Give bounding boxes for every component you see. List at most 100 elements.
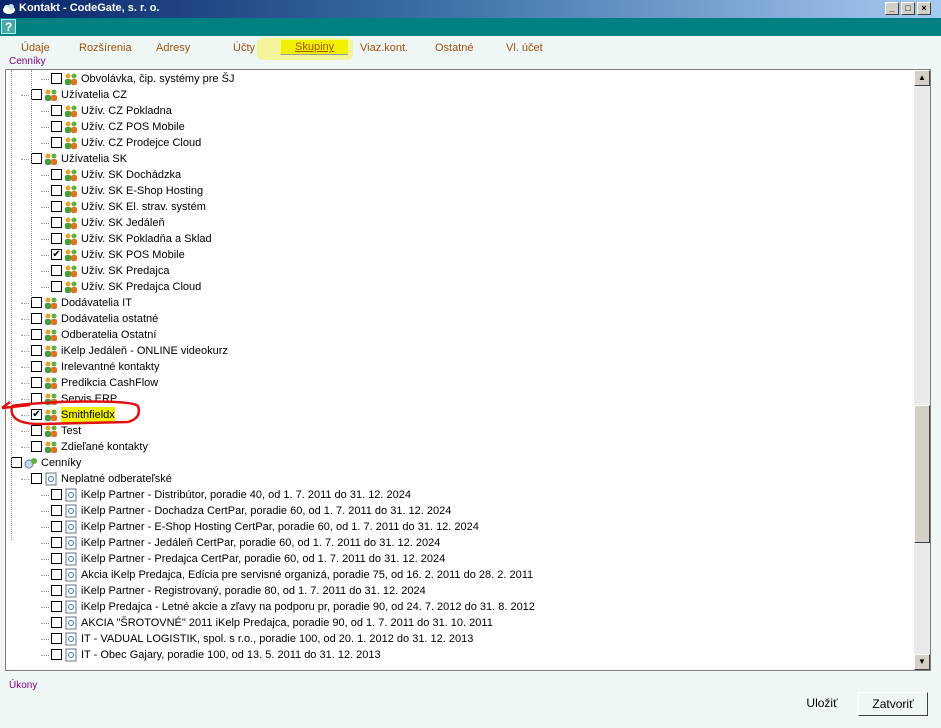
tab-skupiny[interactable]: Skupiny (281, 40, 349, 55)
tree-row[interactable]: Odberatelia Ostatní (6, 327, 906, 343)
tree-checkbox[interactable] (31, 329, 42, 340)
tree-checkbox[interactable] (31, 361, 42, 372)
minimize-button[interactable]: _ (885, 2, 899, 15)
tree-row[interactable]: ✔ Užív. SK POS Mobile (6, 247, 906, 263)
tree-item-label: Užív. SK El. strav. systém (81, 201, 206, 213)
tree-item-label: Užív. SK Jedáleň (81, 217, 165, 229)
document-icon (65, 600, 77, 614)
tree-checkbox[interactable] (51, 649, 62, 660)
tree-checkbox[interactable] (51, 201, 62, 212)
scroll-up-arrow-icon[interactable]: ▲ (914, 70, 930, 86)
scroll-thumb[interactable] (914, 405, 930, 543)
tree-row[interactable]: Zdieľané kontakty (6, 439, 906, 455)
tree-row[interactable]: Užív. CZ Pokladna (6, 103, 906, 119)
tree-row[interactable]: IT - Obec Gajary, poradie 100, od 13. 5.… (6, 647, 906, 663)
pricelist-root-icon (24, 458, 37, 469)
tab-ostatne[interactable]: Ostatné (435, 42, 474, 54)
tree-checkbox[interactable] (51, 617, 62, 628)
tree-row[interactable]: iKelp Partner - E-Shop Hosting CertPar, … (6, 519, 906, 535)
tree-connector (21, 159, 29, 160)
tree-checkbox[interactable] (31, 473, 42, 484)
tree-row[interactable]: Test (6, 423, 906, 439)
tree-row[interactable]: Užív. SK Predajca Cloud (6, 279, 906, 295)
tree-checkbox[interactable] (31, 441, 42, 452)
tree-row[interactable]: Užív. SK Jedáleň (6, 215, 906, 231)
tab-vl-ucet[interactable]: Vl. účet (506, 42, 543, 54)
tree-checkbox[interactable] (51, 233, 62, 244)
tree-checkbox[interactable] (51, 73, 62, 84)
tree-checkbox[interactable] (31, 313, 42, 324)
tree-checkbox[interactable] (51, 537, 62, 548)
tree-checkbox[interactable] (31, 89, 42, 100)
tree-checkbox[interactable] (51, 121, 62, 132)
tree-row[interactable]: iKelp Partner - Distribútor, poradie 40,… (6, 487, 906, 503)
tree-checkbox[interactable] (31, 377, 42, 388)
tree-checkbox[interactable] (11, 457, 22, 468)
tree-checkbox[interactable] (51, 217, 62, 228)
tree-row[interactable]: Užív. CZ POS Mobile (6, 119, 906, 135)
group-icon (45, 313, 57, 325)
tree-checkbox[interactable] (51, 489, 62, 500)
tree-row[interactable]: Užív. SK El. strav. systém (6, 199, 906, 215)
tree-checkbox[interactable] (51, 265, 62, 276)
tree-checkbox[interactable] (51, 601, 62, 612)
tree-row[interactable]: Dodávatelia ostatné (6, 311, 906, 327)
tree-checkbox[interactable] (51, 505, 62, 516)
tree-checkbox[interactable] (31, 425, 42, 436)
tree-row[interactable]: IT - VADUAL LOGISTIK, spol. s r.o., pora… (6, 631, 906, 647)
tree-checkbox[interactable]: ✔ (31, 409, 42, 420)
tab-ucty[interactable]: Účty (233, 42, 255, 54)
close-button[interactable]: × (917, 2, 931, 15)
tree-row[interactable]: iKelp Partner - Dochadza CertPar, poradi… (6, 503, 906, 519)
tree-checkbox[interactable] (51, 185, 62, 196)
tree-checkbox[interactable] (51, 585, 62, 596)
tree-checkbox[interactable] (51, 569, 62, 580)
tree-checkbox[interactable] (51, 281, 62, 292)
tree-checkbox[interactable] (31, 345, 42, 356)
tree-row[interactable]: ✔ Smithfieldx (6, 407, 906, 423)
tree-checkbox[interactable] (51, 633, 62, 644)
tab-udaje[interactable]: Údaje (21, 42, 50, 54)
tree-checkbox[interactable] (31, 393, 42, 404)
tree-checkbox[interactable]: ✔ (51, 249, 62, 260)
tree-row[interactable]: Dodávatelia IT (6, 295, 906, 311)
vertical-scrollbar[interactable]: ▲ ▼ (914, 70, 930, 670)
tree-row[interactable]: Irelevantné kontakty (6, 359, 906, 375)
tree-row[interactable]: iKelp Partner - Jedáleň CertPar, poradie… (6, 535, 906, 551)
tree-connector (21, 447, 29, 448)
document-icon (45, 472, 57, 486)
tree-row[interactable]: Užív. CZ Prodejce Cloud (6, 135, 906, 151)
tree-checkbox[interactable] (31, 153, 42, 164)
tree-row[interactable]: Užívatelia CZ (6, 87, 906, 103)
tree-checkbox[interactable] (51, 521, 62, 532)
tab-adresy[interactable]: Adresy (156, 42, 190, 54)
tree-row[interactable]: Užív. SK E-Shop Hosting (6, 183, 906, 199)
tree-row[interactable]: Predikcia CashFlow (6, 375, 906, 391)
tree-row[interactable]: Obvolávka, čip. systémy pre ŠJ (6, 71, 906, 87)
tree-row[interactable]: Užív. SK Dochádzka (6, 167, 906, 183)
tree-checkbox[interactable] (51, 105, 62, 116)
tree-row[interactable]: iKelp Partner - Predajca CertPar, poradi… (6, 551, 906, 567)
scroll-down-arrow-icon[interactable]: ▼ (914, 654, 930, 670)
tree-row[interactable]: Akcia iKelp Predajca, Edícia pre servisn… (6, 567, 906, 583)
close-dialog-button[interactable]: Zatvoriť (858, 692, 928, 716)
tree-row[interactable]: iKelp Partner - Registrovaný, poradie 80… (6, 583, 906, 599)
tree-row[interactable]: iKelp Predajca - Letné akcie a zľavy na … (6, 599, 906, 615)
tree-row[interactable]: AKCIA "ŠROTOVNÉ" 2011 iKelp Predajca, po… (6, 615, 906, 631)
tree-row[interactable]: iKelp Jedáleň - ONLINE videokurz (6, 343, 906, 359)
tree-row[interactable]: Užív. SK Predajca (6, 263, 906, 279)
tree-row[interactable]: Cenníky (6, 455, 906, 471)
tab-rozsirenia[interactable]: Rozšírenia (79, 42, 132, 54)
maximize-button[interactable]: □ (901, 2, 915, 15)
tab-viaz-kont[interactable]: Viaz.kont. (360, 42, 408, 54)
tree-checkbox[interactable] (51, 137, 62, 148)
save-button[interactable]: Uložiť (798, 692, 846, 716)
tree-row[interactable]: Užív. SK Pokladňa a Sklad (6, 231, 906, 247)
tree-checkbox[interactable] (51, 169, 62, 180)
tree-row[interactable]: Servis ERP (6, 391, 906, 407)
tree-checkbox[interactable] (31, 297, 42, 308)
tree-row[interactable]: Užívatelia SK (6, 151, 906, 167)
tree-row[interactable]: Neplatné odberateľské (6, 471, 906, 487)
help-button[interactable]: ? (1, 19, 16, 34)
tree-checkbox[interactable] (51, 553, 62, 564)
